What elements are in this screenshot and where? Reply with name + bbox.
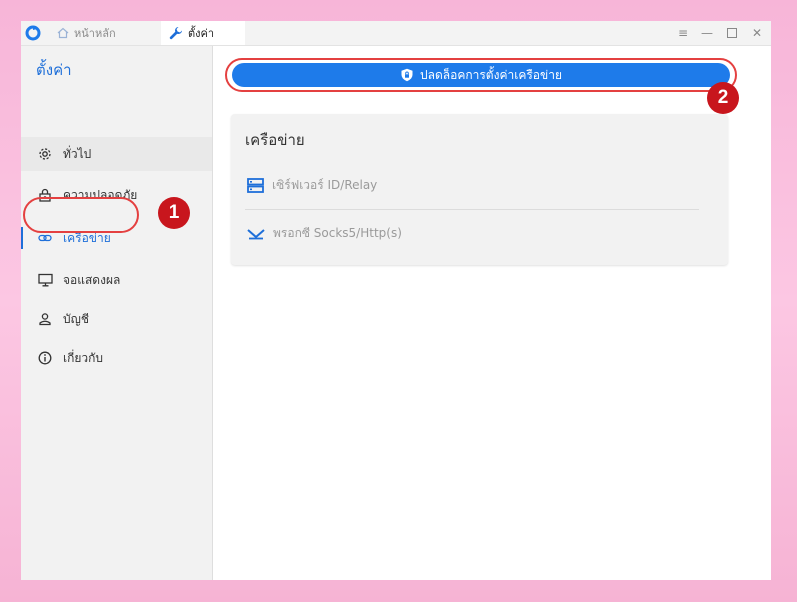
unlock-button-label: ปลดล็อคการตั้งค่าเครือข่าย (420, 67, 562, 82)
title-bar: หน้าหลัก ตั้งค่า ≡ — ✕ (21, 21, 771, 46)
wrench-icon (169, 27, 182, 40)
proxy-label: พรอกซี Socks5/Http(s) (273, 226, 402, 240)
info-icon (37, 350, 53, 366)
server-relay-item[interactable]: เซิร์ฟเวอร์ ID/Relay (247, 176, 377, 195)
sidebar-item-label: เกี่ยวกับ (63, 350, 104, 365)
sidebar-item-label: จอแสดงผล (63, 272, 121, 287)
sidebar-item-general[interactable]: ทั่วไป (21, 137, 212, 171)
sidebar-item-label: บัญชี (63, 311, 89, 326)
close-icon[interactable]: ✕ (747, 23, 767, 43)
monitor-icon (37, 272, 53, 288)
user-icon (37, 311, 53, 327)
app-window: หน้าหลัก ตั้งค่า ≡ — ✕ ตั้งค่า ทั่วไป คว… (21, 21, 771, 580)
sidebar-title: ตั้งค่า (36, 61, 72, 79)
settings-sidebar: ตั้งค่า ทั่วไป ความปลอดภัย เครือข่าย จอแ… (21, 46, 213, 580)
step-badge-2: 2 (707, 82, 739, 114)
sidebar-item-account[interactable]: บัญชี (21, 302, 212, 336)
menu-icon[interactable]: ≡ (673, 23, 693, 43)
proxy-icon (247, 228, 265, 239)
server-icon (247, 178, 264, 193)
network-highlight-oval (23, 197, 139, 233)
home-icon (57, 27, 69, 39)
card-title: เครือข่าย (245, 131, 305, 149)
step-badge-1: 1 (158, 197, 190, 229)
app-logo-icon (25, 25, 41, 41)
proxy-item[interactable]: พรอกซี Socks5/Http(s) (247, 224, 402, 243)
unlock-highlight-oval: ปลดล็อคการตั้งค่าเครือข่าย (225, 58, 737, 92)
tab-home-label: หน้าหลัก (74, 27, 116, 40)
minimize-icon[interactable]: — (697, 23, 717, 43)
unlock-network-settings-button[interactable]: ปลดล็อคการตั้งค่าเครือข่าย (232, 63, 730, 87)
shield-icon (401, 68, 413, 82)
tab-home[interactable]: หน้าหลัก (57, 21, 116, 45)
gear-icon (37, 146, 53, 162)
sidebar-item-display[interactable]: จอแสดงผล (21, 263, 212, 297)
server-relay-label: เซิร์ฟเวอร์ ID/Relay (272, 178, 378, 192)
tab-settings[interactable]: ตั้งค่า (161, 21, 245, 45)
maximize-icon[interactable] (722, 23, 742, 43)
sidebar-item-about[interactable]: เกี่ยวกับ (21, 341, 212, 375)
network-settings-card: เครือข่าย เซิร์ฟเวอร์ ID/Relay พรอกซี So… (231, 114, 728, 265)
tab-settings-label: ตั้งค่า (188, 27, 215, 40)
card-divider (245, 209, 699, 210)
sidebar-item-label: ทั่วไป (63, 146, 92, 161)
